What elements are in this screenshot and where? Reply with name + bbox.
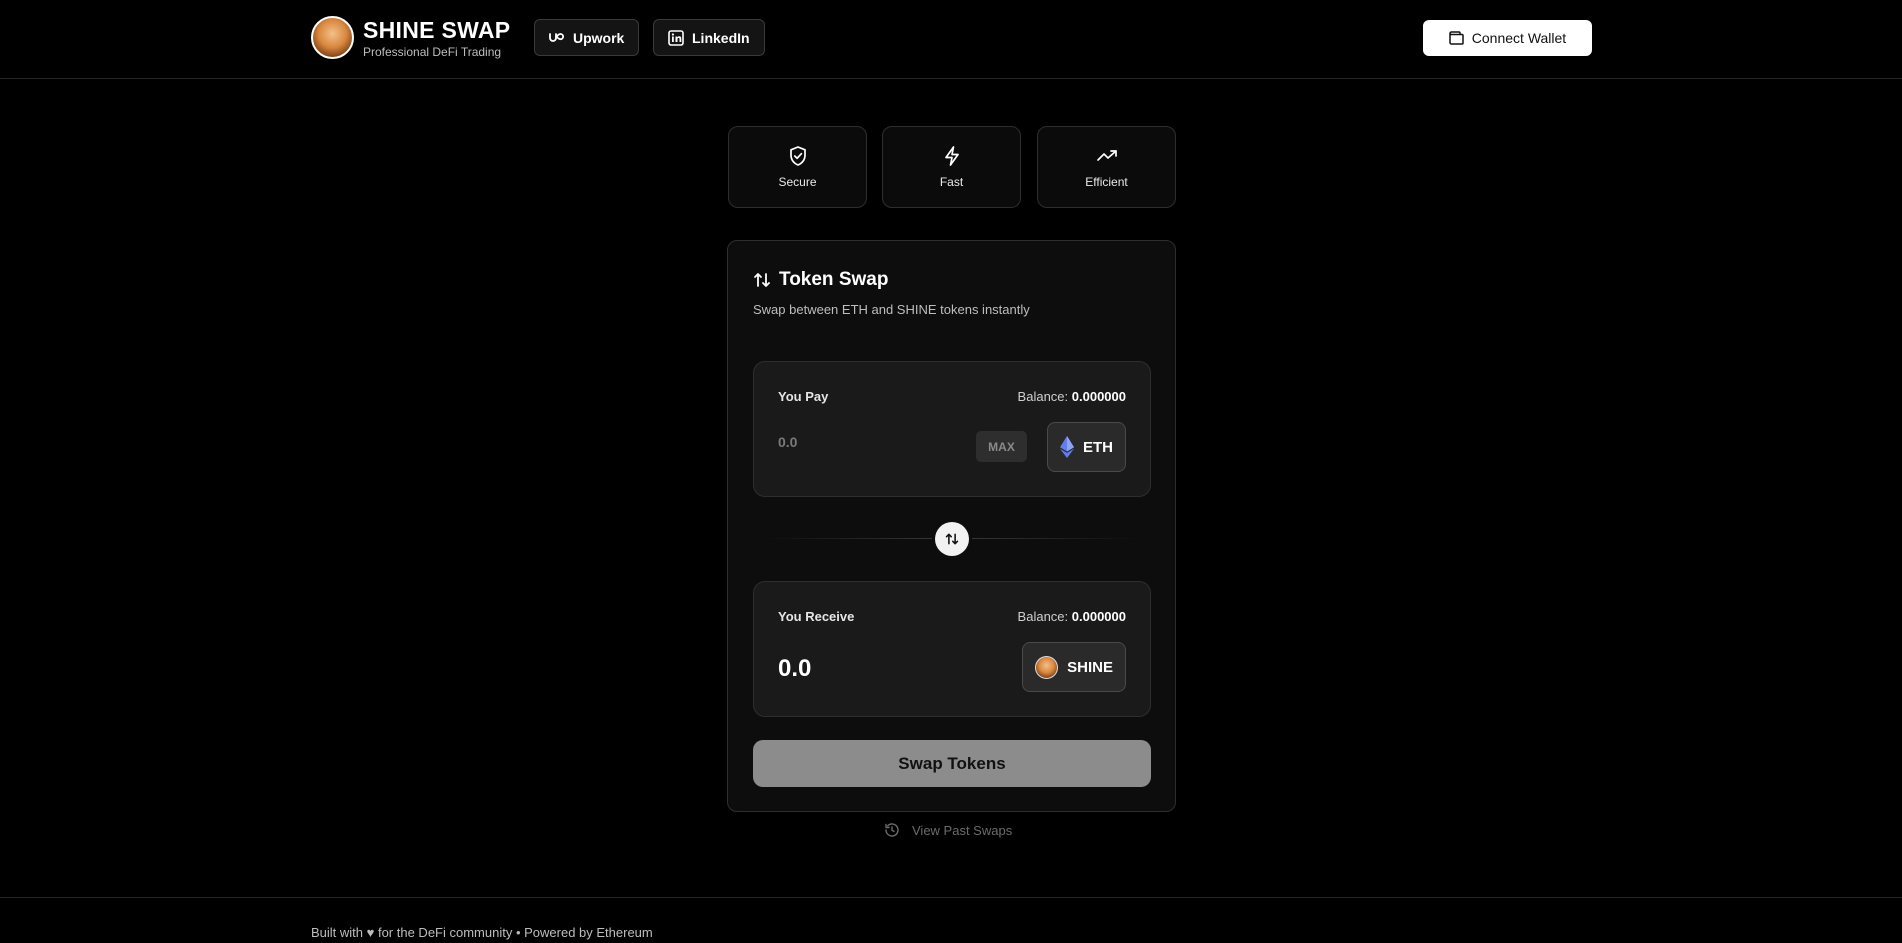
feature-label: Fast [939, 175, 964, 189]
max-button[interactable]: MAX [976, 431, 1027, 462]
shield-check-icon [789, 146, 806, 166]
history-icon [885, 823, 899, 837]
receive-token-selector[interactable]: SHINE [1022, 642, 1126, 692]
brand: SHINE SWAP Professional DeFi Trading [311, 16, 510, 59]
top-header: SHINE SWAP Professional DeFi Trading Upw… [0, 0, 1902, 79]
pay-token-label: ETH [1083, 438, 1113, 456]
pay-label: You Pay [778, 389, 829, 404]
feature-label: Efficient [1085, 175, 1128, 189]
trending-up-icon [1096, 150, 1117, 161]
upwork-button[interactable]: Upwork [534, 19, 640, 56]
swap-tokens-button[interactable]: Swap Tokens [753, 740, 1151, 787]
pay-balance: Balance: 0.000000 [1018, 389, 1126, 404]
lightning-icon [944, 146, 959, 166]
feature-secure: Secure [728, 126, 867, 208]
receive-balance-value: 0.000000 [1071, 609, 1126, 624]
linkedin-icon [668, 29, 684, 46]
pay-balance-value: 0.000000 [1071, 389, 1126, 404]
receive-panel: You Receive Balance: 0.000000 0.0 SHINE [753, 581, 1151, 717]
linkedin-label: LinkedIn [692, 29, 750, 46]
receive-balance-label: Balance: [1017, 609, 1069, 624]
swap-card-title: Token Swap [779, 269, 889, 290]
brand-title: SHINE SWAP [363, 16, 511, 43]
pay-panel: You Pay Balance: 0.000000 MAX ETH [753, 361, 1151, 497]
feature-fast: Fast [882, 126, 1021, 208]
feature-label: Secure [778, 175, 817, 189]
receive-amount: 0.0 [778, 655, 812, 682]
pay-amount-input[interactable] [778, 434, 958, 450]
footer-text: Built with ♥ for the DeFi community • Po… [311, 925, 653, 940]
shine-token-icon [1035, 655, 1059, 679]
linkedin-button[interactable]: LinkedIn [653, 19, 765, 56]
pay-token-selector[interactable]: ETH [1047, 422, 1126, 472]
upwork-icon [549, 32, 564, 42]
feature-efficient: Efficient [1037, 126, 1176, 208]
brand-subtitle: Professional DeFi Trading [363, 44, 502, 59]
view-past-swaps-link[interactable]: View Past Swaps [884, 822, 1012, 838]
eth-icon [1060, 436, 1074, 458]
receive-token-label: SHINE [1067, 658, 1113, 676]
view-past-swaps-label: View Past Swaps [912, 822, 1013, 838]
swap-card: Token Swap Swap between ETH and SHINE to… [727, 240, 1176, 812]
swap-direction-button[interactable] [935, 522, 969, 556]
swap-arrows-icon [754, 273, 770, 287]
connect-wallet-button[interactable]: Connect Wallet [1423, 20, 1592, 56]
pay-balance-label: Balance: [1017, 389, 1069, 404]
connect-wallet-label: Connect Wallet [1471, 30, 1567, 46]
wallet-icon [1449, 31, 1464, 45]
receive-label: You Receive [778, 609, 855, 624]
footer: Built with ♥ for the DeFi community • Po… [0, 897, 1902, 943]
brand-logo [311, 16, 354, 59]
receive-balance: Balance: 0.000000 [1018, 609, 1126, 624]
upwork-label: Upwork [573, 29, 625, 46]
swap-direction-icon [945, 533, 959, 545]
swap-card-subtitle: Swap between ETH and SHINE tokens instan… [753, 302, 1030, 317]
